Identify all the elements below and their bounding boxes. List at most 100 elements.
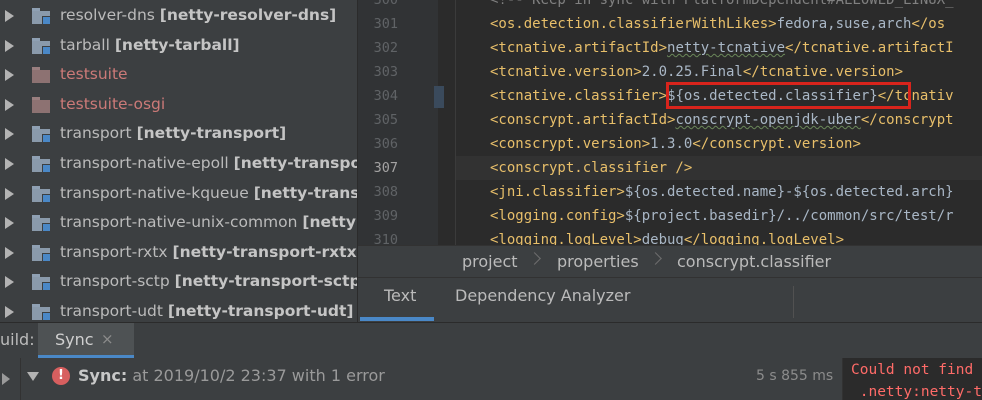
module-dir-name: tarball: [60, 35, 110, 54]
module-name: [netty-transport-udt]: [167, 302, 354, 320]
line-number: 310: [373, 232, 398, 245]
folder-icon: [32, 8, 51, 25]
code-line[interactable]: <logging.config>${project.basedir}/../co…: [490, 204, 954, 228]
tree-item[interactable]: transport-sctp [netty-transport-sctp]: [0, 267, 357, 297]
expand-arrow-icon[interactable]: [5, 98, 14, 111]
tree-item[interactable]: tarball [netty-tarball]: [0, 31, 357, 61]
module-name: [netty-transport-sctp]: [174, 272, 357, 291]
rerun-icon[interactable]: [2, 373, 10, 385]
tree-item-label: transport-rxtx [netty-transport-rxtx]: [60, 243, 357, 261]
xml-tag: <os.detection.classifierWithLikes>: [490, 16, 777, 32]
tree-item[interactable]: testsuite-osgi: [0, 90, 357, 120]
code-line[interactable]: <conscrypt.version>1.3.0</conscrypt.vers…: [490, 132, 861, 156]
tree-item-label: transport-native-unix-common [netty: [60, 213, 356, 231]
xml-value: 1.3.0: [650, 136, 693, 152]
line-number: 301: [373, 16, 398, 32]
expand-arrow-icon[interactable]: [5, 246, 14, 259]
tree-item-label: testsuite-osgi: [60, 95, 165, 113]
sync-detail: at 2019/10/2 23:37 with 1 error: [127, 366, 385, 385]
line-number: 303: [373, 64, 398, 80]
tree-item[interactable]: testsuite: [0, 60, 357, 90]
xml-tag: <logging.config>: [490, 208, 625, 224]
expand-arrow-icon[interactable]: [5, 128, 14, 141]
expand-arrow-icon[interactable]: [5, 276, 14, 289]
console-error-line: .netty:netty-t: [851, 384, 982, 400]
expand-arrow-icon[interactable]: [5, 217, 14, 230]
tree-item[interactable]: transport-native-kqueue [netty-trans: [0, 179, 357, 209]
expand-arrow-icon[interactable]: [5, 158, 14, 170]
tree-item-label: transport-native-epoll [netty-transpo: [60, 154, 357, 172]
code-line[interactable]: <os.detection.classifierWithLikes>fedora…: [490, 12, 945, 36]
console-error-line: Could not find: [851, 362, 982, 378]
close-icon[interactable]: ×: [101, 330, 114, 348]
chevron-right-icon: [528, 252, 541, 265]
module-name: [netty-trans: [253, 183, 357, 202]
breadcrumb-project[interactable]: project: [462, 252, 518, 271]
tree-item-label: testsuite: [60, 65, 128, 83]
xml-tag: </conscrypt.version>: [692, 136, 861, 152]
xml-value: ${project.basedir}/../common/src/test/r: [624, 208, 954, 224]
line-number: 304: [373, 88, 398, 104]
folder-icon: [32, 244, 51, 262]
expand-arrow-icon[interactable]: [5, 10, 14, 22]
tree-item[interactable]: resolver-dns [netty-resolver-dns]: [0, 1, 357, 31]
xml-editor[interactable]: 300 301 302 303 304 305 306 307 308 309 310 <!-- K…: [358, 0, 982, 245]
tab-sync[interactable]: Sync ×: [38, 323, 134, 359]
tree-item[interactable]: transport-native-epoll [netty-transpo: [0, 149, 357, 179]
sync-tab-label: Sync: [55, 330, 94, 349]
tree-item[interactable]: transport-native-unix-common [netty: [0, 208, 357, 238]
code-line[interactable]: <tcnative.artifactId>netty-tcnative</tcn…: [490, 36, 954, 60]
module-dir-name: transport-native-unix-common: [60, 213, 298, 232]
xml-tag: <tcnative.classifier>: [490, 88, 668, 104]
xml-value: netty-tcnative: [667, 40, 786, 56]
build-panel-divider[interactable]: [842, 358, 843, 400]
tab-dependency-analyzer[interactable]: Dependency Analyzer: [455, 286, 630, 305]
module-dir-name: transport-rxtx: [60, 242, 168, 261]
xml-tag: </logging.logLevel>: [683, 232, 845, 245]
sync-status-text[interactable]: Sync: at 2019/10/2 23:37 with 1 error: [78, 366, 385, 385]
tree-item[interactable]: transport-udt [netty-transport-udt]: [0, 297, 357, 322]
module-dir-name: transport: [60, 124, 132, 143]
tree-item-label: transport [netty-transport]: [60, 124, 286, 142]
error-icon: !: [52, 367, 70, 385]
expand-arrow-icon[interactable]: [5, 187, 14, 200]
breadcrumb: project properties conscrypt.classifier: [358, 245, 982, 277]
xml-comment: <!-- Keep in sync with PlatformDependent…: [490, 0, 954, 8]
tree-item[interactable]: transport-rxtx [netty-transport-rxtx]: [0, 238, 357, 268]
xml-value: ${os.detected.name}-${os.detected.arch}: [624, 184, 954, 200]
annotation-highlight-box: [666, 82, 911, 109]
line-number: 309: [373, 208, 398, 224]
xml-value: fedora,suse,arch: [776, 16, 912, 32]
expand-arrow-icon[interactable]: [5, 69, 14, 82]
tree-item-label: transport-native-kqueue [netty-trans: [60, 184, 357, 202]
xml-tag: <tcnative.version>: [490, 64, 642, 80]
code-line[interactable]: <conscrypt.artifactId>conscrypt-openjdk-…: [490, 108, 954, 132]
code-line[interactable]: <conscrypt.classifier />: [490, 156, 692, 180]
tree-item-label: tarball [netty-tarball]: [60, 36, 240, 54]
breadcrumb-conscrypt-classifier[interactable]: conscrypt.classifier: [677, 252, 831, 271]
expand-arrow-icon[interactable]: [5, 306, 14, 318]
folder-icon: [32, 126, 51, 144]
folder-icon: [32, 304, 51, 321]
xml-tag: <conscrypt.version>: [490, 136, 651, 152]
code-line[interactable]: <jni.classifier>${os.detected.name}-${os…: [490, 180, 954, 204]
module-dir-name: transport-native-epoll: [60, 154, 229, 172]
xml-tag: <logging.logLevel>: [490, 232, 642, 245]
tab-text[interactable]: Text: [384, 286, 416, 305]
module-dir-name: testsuite: [60, 65, 128, 84]
expand-arrow-icon[interactable]: [5, 39, 14, 52]
tree-item[interactable]: transport [netty-transport]: [0, 119, 357, 149]
bookmark-marker: [434, 86, 444, 108]
tree-item-label: resolver-dns [netty-resolver-dns]: [60, 6, 336, 24]
module-name: [netty-transport-rxtx]: [172, 242, 357, 261]
code-line[interactable]: <!-- Keep in sync with PlatformDependent…: [490, 0, 954, 12]
build-toolstrip: [0, 358, 21, 400]
xml-tag: </tcnative.version>: [742, 64, 904, 80]
expand-arrow-icon[interactable]: [27, 372, 39, 381]
code-line[interactable]: <tcnative.version>2.0.25.Final</tcnative…: [490, 60, 903, 84]
line-number: 306: [373, 136, 398, 152]
code-line[interactable]: <logging.logLevel>debug</logging.logLeve…: [490, 228, 844, 245]
active-tab-indicator: [360, 317, 434, 321]
breadcrumb-properties[interactable]: properties: [557, 252, 639, 271]
gutter-divider: [455, 0, 456, 245]
